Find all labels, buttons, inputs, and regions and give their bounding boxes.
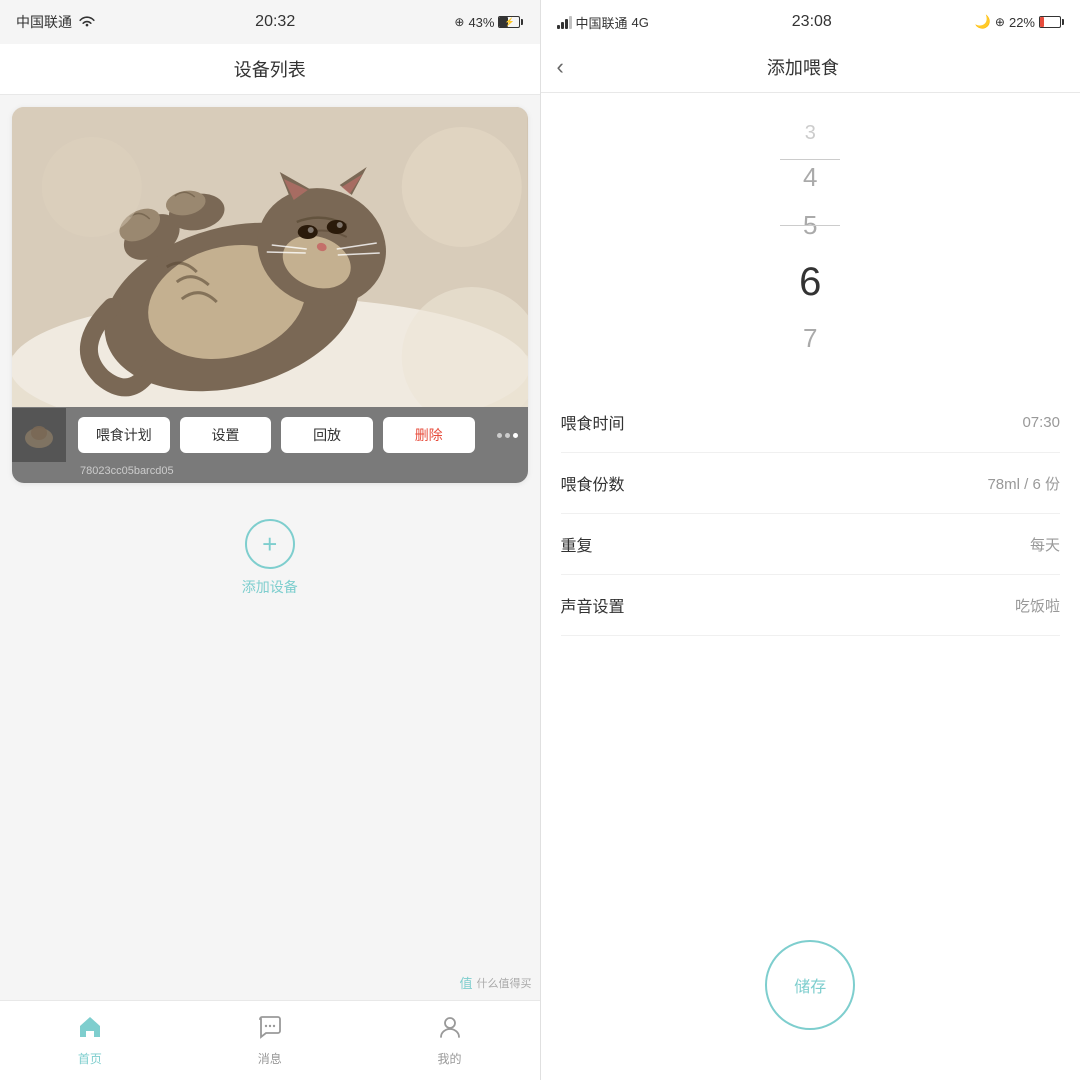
signal-icon [557,15,572,29]
carrier-wifi: 中国联通 [16,12,96,32]
user-icon [437,1015,463,1046]
save-btn-container: 储存 [541,910,1080,1080]
battery-area-right: 🌙 ⊕ 22% [975,14,1064,30]
location-icon-right: ⊕ [995,15,1005,29]
repeat-value: 每天 [1030,534,1060,555]
watermark-text: 什么值得买 [477,975,532,991]
dot-2 [505,433,510,438]
settings-button[interactable]: 设置 [180,417,272,453]
back-button[interactable]: ‹ [557,54,572,80]
feeding-amount-value: 78ml / 6 份 [987,473,1060,494]
dot-3 [513,433,518,438]
page-header-right: ‹ 添加喂食 [541,44,1080,93]
picker-line-top [780,159,840,160]
repeat-label: 重复 [561,532,593,556]
dots-indicator [487,433,528,438]
device-id: 78023cc05barcd05 [80,465,174,477]
picker-item-4: 7 [803,314,817,362]
playback-button[interactable]: 回放 [281,417,373,453]
add-device-label: 添加设备 [242,577,298,597]
device-card: 喂食计划 设置 回放 删除 78023cc05barcd05 [12,107,528,483]
time-right: 23:08 [792,13,832,31]
sound-row[interactable]: 声音设置 吃饭啦 [561,575,1061,636]
page-title-left: 设备列表 [234,60,306,80]
carrier-right: 中国联通 [576,13,628,32]
repeat-row[interactable]: 重复 每天 [561,514,1061,575]
watermark-icon: 值 [459,973,472,992]
picker-item-selected: 6 [799,250,821,314]
feeding-amount-label: 喂食份数 [561,471,625,495]
battery-area-left: ⊕ 43% ⚡ [454,15,523,30]
page-title-bar-left: 设备列表 [0,44,540,95]
picker-item-1: 4 [803,153,817,201]
left-panel: 中国联通 20:32 ⊕ 43% ⚡ 设备列表 [0,0,540,1080]
add-device-section[interactable]: + 添加设备 [0,519,540,597]
carrier-left: 中国联通 [16,12,72,32]
watermark: 值 什么值得买 [459,973,531,992]
nav-profile[interactable]: 我的 [437,1015,463,1067]
right-panel: 中国联通 4G 23:08 🌙 ⊕ 22% ‹ 添加喂食 3 4 5 6 7 [541,0,1080,1080]
status-bar-left: 中国联通 20:32 ⊕ 43% ⚡ [0,0,540,44]
action-buttons: 喂食计划 设置 回放 删除 [66,407,487,463]
feeding-amount-row[interactable]: 喂食份数 78ml / 6 份 [561,453,1061,514]
chat-icon [257,1015,283,1046]
battery-percent-left: 43% [468,15,494,30]
cat-illustration [12,107,528,407]
picker-line-bottom [780,225,840,226]
nav-message[interactable]: 消息 [257,1015,283,1067]
battery-percent-right: 22% [1009,15,1035,30]
bottom-nav: 首页 消息 我的 [0,1000,540,1080]
device-actions-bar: 喂食计划 设置 回放 删除 [12,407,528,463]
battery-icon-right [1039,16,1064,28]
feeding-time-value: 07:30 [1022,414,1060,431]
nav-home-label: 首页 [78,1050,102,1067]
wifi-icon [78,15,96,29]
battery-icon-left: ⚡ [498,16,523,28]
number-picker[interactable]: 3 4 5 6 7 [541,93,1080,392]
sound-label: 声音设置 [561,593,625,617]
moon-icon: 🌙 [975,14,991,30]
feeding-time-row[interactable]: 喂食时间 07:30 [561,392,1061,453]
nav-profile-label: 我的 [438,1050,462,1067]
picker-item-0: 3 [805,113,816,153]
device-id-bar: 78023cc05barcd05 [12,463,528,483]
device-thumbnail [12,408,66,462]
home-icon [77,1015,103,1046]
page-title-right: 添加喂食 [572,54,1034,80]
feeding-plan-button[interactable]: 喂食计划 [78,417,170,453]
nav-message-label: 消息 [258,1050,282,1067]
save-button[interactable]: 储存 [765,940,855,1030]
signal-carrier-right: 中国联通 4G [557,13,649,32]
cat-image [12,107,528,407]
sound-value: 吃饭啦 [1015,595,1060,616]
nav-home[interactable]: 首页 [77,1015,103,1067]
add-icon: + [262,531,277,557]
add-device-circle[interactable]: + [245,519,295,569]
dot-1 [497,433,502,438]
lightning-icon: ⚡ [505,18,515,27]
feeding-time-label: 喂食时间 [561,410,625,434]
location-icon: ⊕ [454,15,464,29]
delete-button[interactable]: 删除 [383,417,475,453]
status-bar-right: 中国联通 4G 23:08 🌙 ⊕ 22% [541,0,1080,44]
time-left: 20:32 [255,13,295,31]
settings-section: 喂食时间 07:30 喂食份数 78ml / 6 份 重复 每天 声音设置 吃饭… [541,392,1080,910]
network-type: 4G [632,15,649,30]
